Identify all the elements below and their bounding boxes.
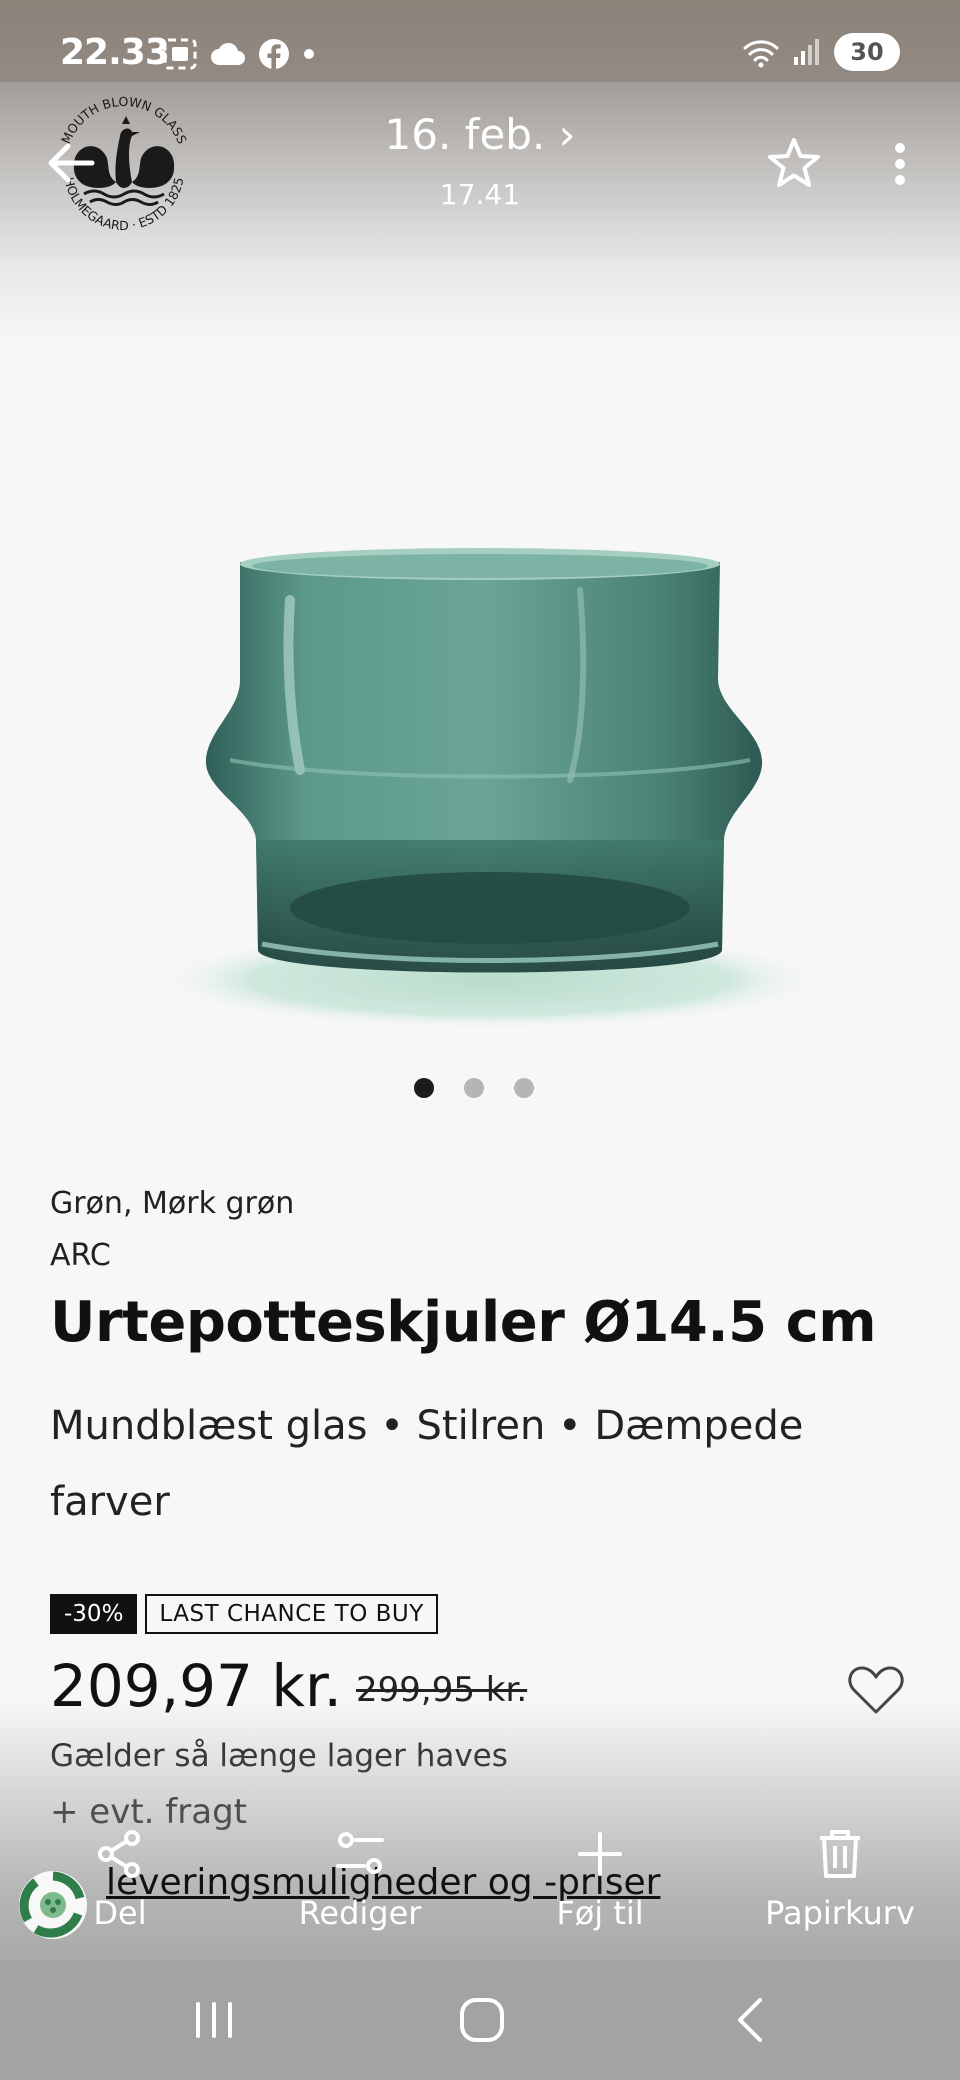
signal-icon (794, 39, 819, 65)
notification-icons (162, 36, 316, 72)
product-image[interactable] (140, 520, 840, 1040)
nav-back-button[interactable] (722, 1990, 782, 2050)
original-price: 299,95 kr. (356, 1670, 528, 1710)
screenshot-icon (163, 38, 197, 70)
share-label: Del (93, 1894, 147, 1932)
app-header: MOUTH BLOWN GLASS HOLMEGAARD · ESTD 1825… (0, 82, 960, 342)
trash-button[interactable]: Papirkurv (720, 1820, 960, 1950)
plus-icon (578, 1832, 622, 1876)
recent-apps-button[interactable] (184, 1990, 244, 2050)
favorite-star-button[interactable] (764, 134, 824, 194)
status-bar: 22.33 30 (0, 0, 960, 82)
image-carousel-dots (414, 1078, 534, 1098)
discount-badge: -30% (50, 1594, 138, 1634)
product-series: ARC (50, 1238, 111, 1273)
screen: 22.33 30 MOUTH BLOWN GLASS HOLMEGAARD · … (0, 0, 960, 2080)
more-options-button[interactable] (880, 134, 920, 194)
battery-indicator: 30 (834, 33, 900, 71)
status-time: 22.33 (60, 32, 170, 73)
trash-icon (820, 1830, 860, 1878)
sliders-icon (336, 1832, 384, 1874)
add-to-button[interactable]: Føj til (480, 1820, 720, 1950)
current-price: 209,97 kr. (50, 1652, 342, 1720)
edit-label: Rediger (298, 1894, 422, 1932)
gallery-action-bar: Del Rediger Føj til Papirkurv (0, 1820, 960, 1950)
price-validity-note: Gælder så længe lager haves (50, 1738, 508, 1774)
navigation-bar (0, 1960, 960, 2080)
wifi-icon (743, 40, 779, 68)
carousel-dot-1[interactable] (414, 1078, 434, 1098)
facebook-icon (259, 39, 289, 69)
promo-badges: -30% LAST CHANCE TO BUY (50, 1594, 438, 1634)
share-icon (98, 1830, 140, 1878)
carousel-dot-2[interactable] (464, 1078, 484, 1098)
carousel-dot-3[interactable] (514, 1078, 534, 1098)
last-chance-badge: LAST CHANCE TO BUY (145, 1594, 438, 1634)
share-button[interactable]: Del (0, 1820, 240, 1950)
product-title: Urtepotteskjuler Ø14.5 cm (50, 1290, 877, 1355)
wishlist-heart-button[interactable] (846, 1662, 906, 1718)
add-to-label: Føj til (556, 1894, 644, 1932)
more-notifications-dot-icon (304, 49, 314, 59)
cloud-icon (211, 42, 245, 65)
trash-label: Papirkurv (765, 1894, 915, 1932)
edit-button[interactable]: Rediger (240, 1820, 480, 1950)
product-color: Grøn, Mørk grøn (50, 1186, 295, 1221)
home-button[interactable] (452, 1990, 512, 2050)
system-status-icons: 30 (742, 30, 900, 74)
product-tagline: Mundblæst glas • Stilren • Dæmpede farve… (50, 1403, 804, 1525)
